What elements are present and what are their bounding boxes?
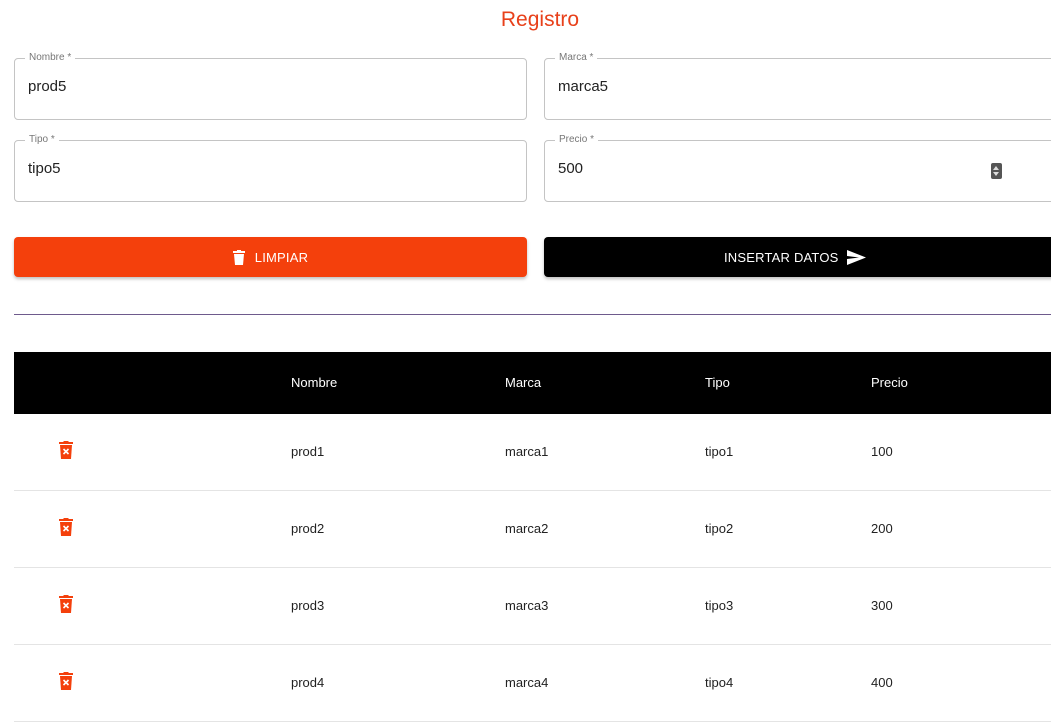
delete-x-icon bbox=[59, 594, 73, 613]
clear-button[interactable]: LIMPIAR bbox=[14, 237, 527, 277]
table-row: prod3 marca3 tipo3 300 bbox=[14, 568, 1051, 645]
header-precio: Precio bbox=[871, 375, 908, 390]
cell-precio: 400 bbox=[871, 675, 893, 690]
cell-marca: marca3 bbox=[505, 598, 549, 613]
delete-row-button[interactable] bbox=[58, 594, 74, 616]
precio-field[interactable]: Precio * bbox=[544, 134, 1051, 202]
number-spinner-icon[interactable] bbox=[991, 163, 1002, 179]
nombre-input[interactable] bbox=[28, 78, 448, 95]
cell-marca: marca4 bbox=[505, 675, 549, 690]
tipo-label: Tipo * bbox=[25, 134, 59, 146]
cell-marca: marca1 bbox=[505, 444, 549, 459]
delete-row-button[interactable] bbox=[58, 517, 74, 539]
tipo-input[interactable] bbox=[28, 160, 448, 177]
marca-field[interactable]: Marca * bbox=[544, 52, 1051, 120]
marca-label: Marca * bbox=[555, 52, 598, 64]
cell-precio: 100 bbox=[871, 444, 893, 459]
marca-input[interactable] bbox=[558, 78, 978, 95]
cell-nombre: prod1 bbox=[291, 444, 325, 459]
insert-data-button[interactable]: INSERTAR DATOS bbox=[544, 237, 1051, 277]
table-row: prod2 marca2 tipo2 200 bbox=[14, 491, 1051, 568]
clear-button-label: LIMPIAR bbox=[254, 249, 309, 265]
delete-x-icon bbox=[59, 440, 73, 459]
cell-tipo: tipo2 bbox=[705, 521, 734, 536]
cell-nombre: prod2 bbox=[291, 521, 325, 536]
precio-input[interactable] bbox=[558, 160, 978, 177]
nombre-label: Nombre * bbox=[25, 52, 76, 64]
delete-x-icon bbox=[59, 517, 73, 536]
table-row: prod1 marca1 tipo1 100 bbox=[14, 414, 1051, 491]
header-nombre: Nombre bbox=[291, 375, 338, 390]
cell-marca: marca2 bbox=[505, 521, 549, 536]
page-title: Registro bbox=[500, 8, 580, 31]
divider bbox=[14, 314, 1051, 315]
tipo-field[interactable]: Tipo * bbox=[14, 134, 527, 202]
delete-row-button[interactable] bbox=[58, 671, 74, 693]
page: Registro Nombre * Marca * Tipo * Precio … bbox=[0, 0, 1051, 722]
cell-nombre: prod3 bbox=[291, 598, 325, 613]
table-header: Nombre Marca Tipo Precio bbox=[14, 352, 1051, 414]
table-row: prod4 marca4 tipo4 400 bbox=[14, 645, 1051, 722]
delete-x-icon bbox=[59, 671, 73, 690]
cell-tipo: tipo3 bbox=[705, 598, 734, 613]
cell-nombre: prod4 bbox=[291, 675, 325, 690]
cell-tipo: tipo1 bbox=[705, 444, 734, 459]
trash-icon bbox=[232, 249, 245, 265]
cell-precio: 300 bbox=[871, 598, 893, 613]
header-marca: Marca bbox=[505, 375, 542, 390]
cell-precio: 200 bbox=[871, 521, 893, 536]
delete-row-button[interactable] bbox=[58, 440, 74, 462]
nombre-field[interactable]: Nombre * bbox=[14, 52, 527, 120]
precio-label: Precio * bbox=[555, 134, 599, 146]
insert-button-label: INSERTAR DATOS bbox=[724, 249, 839, 265]
cell-tipo: tipo4 bbox=[705, 675, 734, 690]
header-tipo: Tipo bbox=[705, 375, 730, 390]
send-icon bbox=[846, 249, 866, 265]
